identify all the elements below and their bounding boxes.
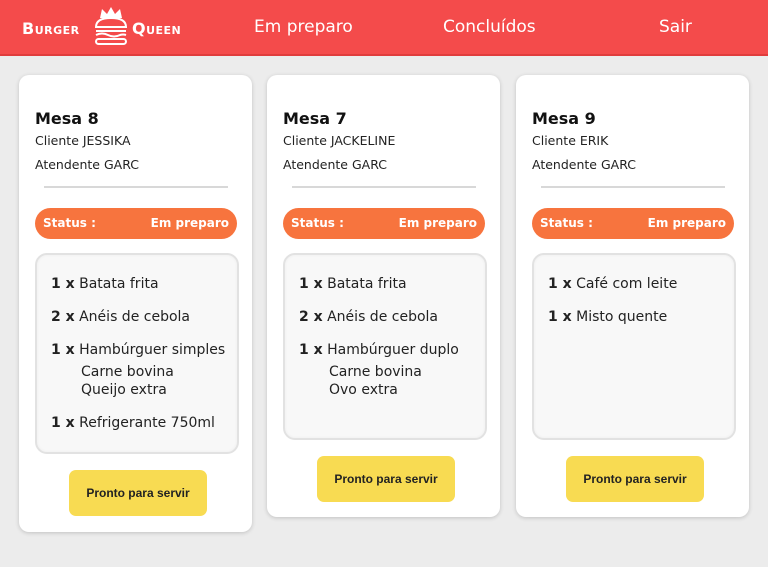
order-items-box: 1 x Batata frita 2 x Anéis de cebola 1 x… bbox=[35, 253, 239, 454]
attendant-name: Atendente GARC bbox=[35, 157, 139, 172]
ready-to-serve-button[interactable]: Pronto para servir bbox=[317, 456, 455, 502]
divider bbox=[541, 186, 725, 188]
order-card: Mesa 7 Cliente JACKELINE Atendente GARC … bbox=[267, 75, 500, 517]
ready-to-serve-button[interactable]: Pronto para servir bbox=[69, 470, 207, 516]
item-extra: Ovo extra bbox=[329, 382, 398, 398]
status-label: Status : bbox=[540, 216, 593, 230]
order-card: Mesa 9 Cliente ERIK Atendente GARC Statu… bbox=[516, 75, 749, 517]
ready-to-serve-button[interactable]: Pronto para servir bbox=[566, 456, 704, 502]
item-name: Hambúrguer duplo bbox=[327, 342, 459, 358]
client-name: Cliente JESSIKA bbox=[35, 133, 131, 148]
order-item: 1 x Hambúrguer duplo bbox=[299, 342, 459, 358]
client-name: Cliente ERIK bbox=[532, 133, 609, 148]
status-badge: Status : Em preparo bbox=[35, 208, 237, 239]
order-item: 2 x Anéis de cebola bbox=[51, 309, 190, 325]
status-label: Status : bbox=[43, 216, 96, 230]
order-items-box: 1 x Café com leite 1 x Misto quente bbox=[532, 253, 736, 440]
attendant-name: Atendente GARC bbox=[532, 157, 636, 172]
divider bbox=[44, 186, 228, 188]
top-navbar: Burger Queen Em preparo Concluídos Sair bbox=[0, 0, 768, 56]
item-extra: Carne bovina bbox=[329, 364, 422, 380]
item-qty: 1 x bbox=[51, 415, 75, 431]
attendant-name: Atendente GARC bbox=[283, 157, 387, 172]
item-qty: 1 x bbox=[51, 342, 75, 358]
item-qty: 2 x bbox=[299, 309, 323, 325]
brand-logo[interactable]: Burger Queen bbox=[22, 6, 192, 50]
burger-crown-icon bbox=[94, 7, 128, 45]
item-name: Refrigerante 750ml bbox=[79, 415, 215, 431]
table-number: Mesa 9 bbox=[532, 109, 596, 128]
item-extra: Carne bovina bbox=[81, 364, 174, 380]
order-item: 1 x Batata frita bbox=[51, 276, 159, 292]
item-qty: 2 x bbox=[51, 309, 75, 325]
order-item: 1 x Hambúrguer simples bbox=[51, 342, 225, 358]
nav-concluidos[interactable]: Concluídos bbox=[443, 17, 536, 37]
item-qty: 1 x bbox=[548, 276, 572, 292]
status-badge: Status : Em preparo bbox=[283, 208, 485, 239]
item-name: Misto quente bbox=[576, 309, 668, 325]
status-label: Status : bbox=[291, 216, 344, 230]
nav-sair[interactable]: Sair bbox=[659, 17, 692, 37]
item-extra: Queijo extra bbox=[81, 382, 167, 398]
order-item: 2 x Anéis de cebola bbox=[299, 309, 438, 325]
status-value: Em preparo bbox=[150, 216, 229, 230]
order-item: 1 x Refrigerante 750ml bbox=[51, 415, 215, 431]
order-card: Mesa 8 Cliente JESSIKA Atendente GARC St… bbox=[19, 75, 252, 532]
item-qty: 1 x bbox=[299, 342, 323, 358]
status-value: Em preparo bbox=[647, 216, 726, 230]
item-qty: 1 x bbox=[548, 309, 572, 325]
item-name: Anéis de cebola bbox=[79, 309, 190, 325]
table-number: Mesa 8 bbox=[35, 109, 99, 128]
order-item: 1 x Batata frita bbox=[299, 276, 407, 292]
item-qty: 1 x bbox=[299, 276, 323, 292]
item-name: Hambúrguer simples bbox=[79, 342, 226, 358]
client-name: Cliente JACKELINE bbox=[283, 133, 396, 148]
order-item: 1 x Café com leite bbox=[548, 276, 677, 292]
divider bbox=[292, 186, 476, 188]
brand-name-right: Queen bbox=[132, 19, 182, 38]
item-name: Anéis de cebola bbox=[327, 309, 438, 325]
item-qty: 1 x bbox=[51, 276, 75, 292]
order-items-box: 1 x Batata frita 2 x Anéis de cebola 1 x… bbox=[283, 253, 487, 440]
item-name: Batata frita bbox=[79, 276, 159, 292]
status-value: Em preparo bbox=[398, 216, 477, 230]
brand-name-left: Burger bbox=[22, 19, 80, 38]
item-name: Café com leite bbox=[576, 276, 678, 292]
order-item: 1 x Misto quente bbox=[548, 309, 667, 325]
nav-em-preparo[interactable]: Em preparo bbox=[254, 17, 353, 37]
status-badge: Status : Em preparo bbox=[532, 208, 734, 239]
table-number: Mesa 7 bbox=[283, 109, 347, 128]
item-name: Batata frita bbox=[327, 276, 407, 292]
